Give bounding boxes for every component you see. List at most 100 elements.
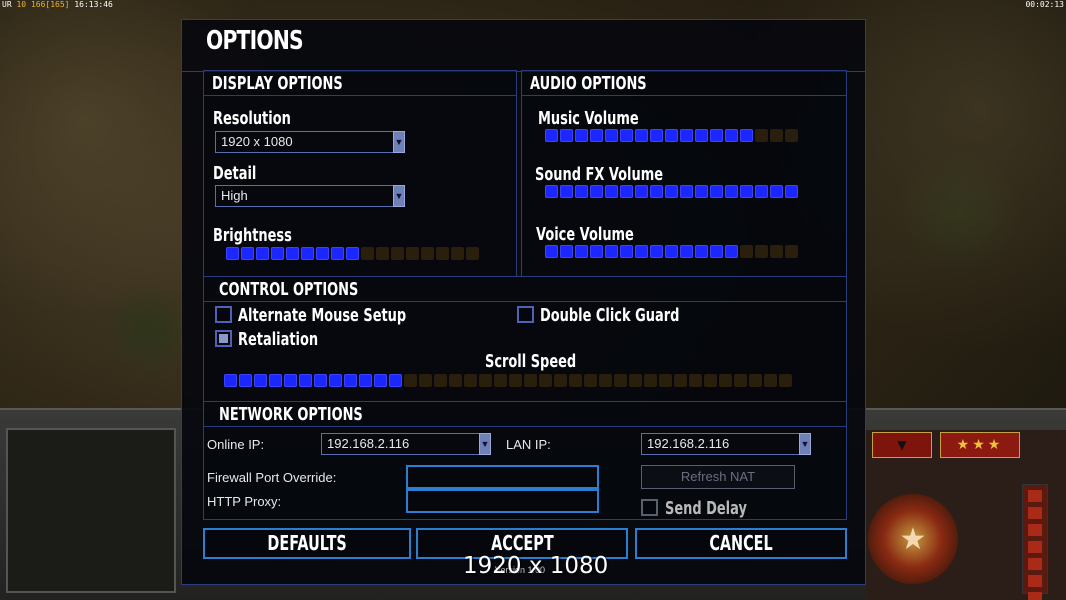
slider-segment[interactable] bbox=[650, 245, 663, 258]
slider-segment[interactable] bbox=[785, 185, 798, 198]
slider-segment[interactable] bbox=[545, 129, 558, 142]
slider-segment[interactable] bbox=[226, 247, 239, 260]
refresh-nat-button[interactable]: Refresh NAT bbox=[641, 465, 795, 489]
slider-segment[interactable] bbox=[635, 245, 648, 258]
send-delay-checkbox[interactable] bbox=[641, 499, 658, 516]
slider-segment[interactable] bbox=[665, 245, 678, 258]
voice-volume-slider[interactable] bbox=[545, 245, 798, 258]
slider-segment[interactable] bbox=[329, 374, 342, 387]
detail-dropdown[interactable]: High ▼ bbox=[215, 185, 405, 207]
slider-segment[interactable] bbox=[254, 374, 267, 387]
slider-segment[interactable] bbox=[635, 129, 648, 142]
slider-segment[interactable] bbox=[650, 129, 663, 142]
slider-segment[interactable] bbox=[575, 129, 588, 142]
scroll-speed-slider[interactable] bbox=[224, 374, 792, 387]
slider-segment[interactable] bbox=[770, 245, 783, 258]
slider-segment[interactable] bbox=[436, 247, 449, 260]
slider-segment[interactable] bbox=[301, 247, 314, 260]
slider-segment[interactable] bbox=[680, 129, 693, 142]
sound-fx-volume-slider[interactable] bbox=[545, 185, 798, 198]
slider-segment[interactable] bbox=[710, 185, 723, 198]
slider-segment[interactable] bbox=[620, 129, 633, 142]
slider-segment[interactable] bbox=[224, 374, 237, 387]
slider-segment[interactable] bbox=[509, 374, 522, 387]
slider-segment[interactable] bbox=[406, 247, 419, 260]
double-click-guard-checkbox[interactable] bbox=[517, 306, 534, 323]
slider-segment[interactable] bbox=[590, 185, 603, 198]
retaliation-checkbox[interactable] bbox=[215, 330, 232, 347]
slider-segment[interactable] bbox=[629, 374, 642, 387]
slider-segment[interactable] bbox=[605, 129, 618, 142]
slider-segment[interactable] bbox=[590, 245, 603, 258]
alternate-mouse-checkbox[interactable] bbox=[215, 306, 232, 323]
slider-segment[interactable] bbox=[256, 247, 269, 260]
slider-segment[interactable] bbox=[725, 245, 738, 258]
slider-segment[interactable] bbox=[689, 374, 702, 387]
dropdown-arrow-icon[interactable]: ▼ bbox=[393, 185, 405, 207]
slider-segment[interactable] bbox=[695, 245, 708, 258]
brightness-slider[interactable] bbox=[226, 247, 479, 260]
slider-segment[interactable] bbox=[785, 129, 798, 142]
slider-segment[interactable] bbox=[635, 185, 648, 198]
slider-segment[interactable] bbox=[695, 129, 708, 142]
slider-segment[interactable] bbox=[605, 185, 618, 198]
slider-segment[interactable] bbox=[710, 129, 723, 142]
slider-segment[interactable] bbox=[359, 374, 372, 387]
slider-segment[interactable] bbox=[575, 185, 588, 198]
slider-segment[interactable] bbox=[554, 374, 567, 387]
slider-segment[interactable] bbox=[466, 247, 479, 260]
slider-segment[interactable] bbox=[584, 374, 597, 387]
slider-segment[interactable] bbox=[755, 129, 768, 142]
slider-segment[interactable] bbox=[665, 185, 678, 198]
slider-segment[interactable] bbox=[599, 374, 612, 387]
slider-segment[interactable] bbox=[419, 374, 432, 387]
slider-segment[interactable] bbox=[344, 374, 357, 387]
slider-segment[interactable] bbox=[271, 247, 284, 260]
slider-segment[interactable] bbox=[434, 374, 447, 387]
slider-segment[interactable] bbox=[269, 374, 282, 387]
slider-segment[interactable] bbox=[719, 374, 732, 387]
slider-segment[interactable] bbox=[374, 374, 387, 387]
slider-segment[interactable] bbox=[755, 245, 768, 258]
slider-segment[interactable] bbox=[479, 374, 492, 387]
slider-segment[interactable] bbox=[740, 245, 753, 258]
slider-segment[interactable] bbox=[560, 245, 573, 258]
slider-segment[interactable] bbox=[331, 247, 344, 260]
slider-segment[interactable] bbox=[659, 374, 672, 387]
slider-segment[interactable] bbox=[644, 374, 657, 387]
slider-segment[interactable] bbox=[764, 374, 777, 387]
slider-segment[interactable] bbox=[680, 185, 693, 198]
lan-ip-dropdown[interactable]: 192.168.2.116 ▼ bbox=[641, 433, 811, 455]
slider-segment[interactable] bbox=[674, 374, 687, 387]
slider-segment[interactable] bbox=[421, 247, 434, 260]
slider-segment[interactable] bbox=[286, 247, 299, 260]
slider-segment[interactable] bbox=[725, 185, 738, 198]
slider-segment[interactable] bbox=[449, 374, 462, 387]
slider-segment[interactable] bbox=[545, 185, 558, 198]
slider-segment[interactable] bbox=[734, 374, 747, 387]
defaults-button[interactable]: DEFAULTS bbox=[203, 528, 411, 559]
slider-segment[interactable] bbox=[749, 374, 762, 387]
slider-segment[interactable] bbox=[605, 245, 618, 258]
slider-segment[interactable] bbox=[725, 129, 738, 142]
dropdown-arrow-icon[interactable]: ▼ bbox=[799, 433, 811, 455]
http-proxy-input[interactable] bbox=[406, 489, 599, 513]
slider-segment[interactable] bbox=[740, 185, 753, 198]
slider-segment[interactable] bbox=[346, 247, 359, 260]
slider-segment[interactable] bbox=[241, 247, 254, 260]
cancel-button[interactable]: CANCEL bbox=[635, 528, 847, 559]
slider-segment[interactable] bbox=[376, 247, 389, 260]
slider-segment[interactable] bbox=[494, 374, 507, 387]
slider-segment[interactable] bbox=[680, 245, 693, 258]
slider-segment[interactable] bbox=[284, 374, 297, 387]
slider-segment[interactable] bbox=[755, 185, 768, 198]
slider-segment[interactable] bbox=[361, 247, 374, 260]
dropdown-arrow-icon[interactable]: ▼ bbox=[479, 433, 491, 455]
slider-segment[interactable] bbox=[740, 129, 753, 142]
slider-segment[interactable] bbox=[464, 374, 477, 387]
slider-segment[interactable] bbox=[695, 185, 708, 198]
online-ip-dropdown[interactable]: 192.168.2.116 ▼ bbox=[321, 433, 491, 455]
slider-segment[interactable] bbox=[779, 374, 792, 387]
resolution-dropdown[interactable]: 1920 x 1080 ▼ bbox=[215, 131, 405, 153]
slider-segment[interactable] bbox=[560, 129, 573, 142]
